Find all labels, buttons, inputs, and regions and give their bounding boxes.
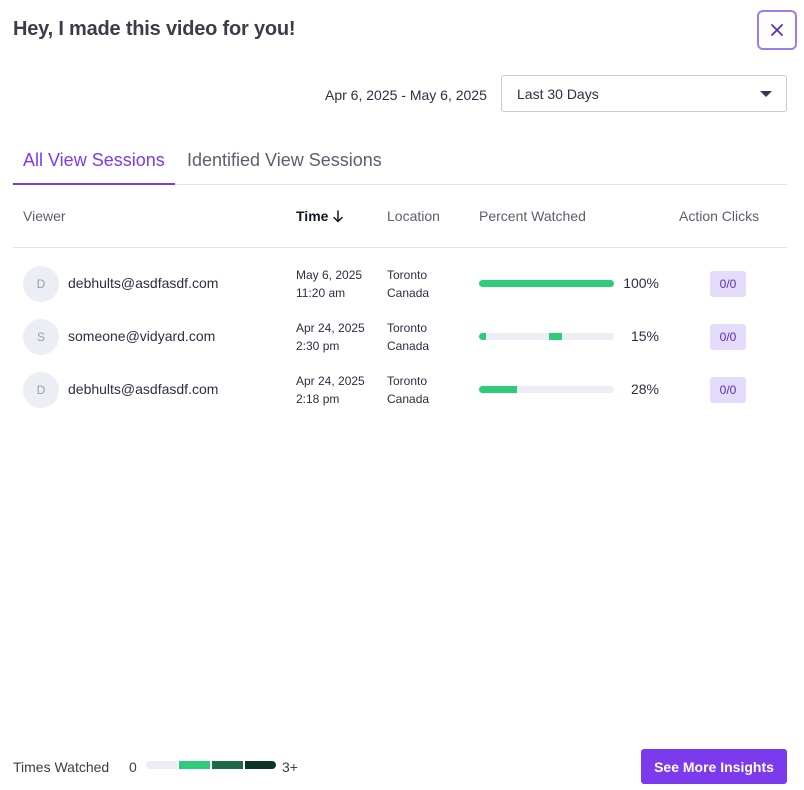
time-cell: Apr 24, 2025 2:30 pm xyxy=(296,321,365,353)
avatar: D xyxy=(23,372,59,408)
percent-watched-bar xyxy=(479,333,614,340)
date-range-text: Apr 6, 2025 - May 6, 2025 xyxy=(325,87,487,103)
percent-watched-value: 28% xyxy=(630,381,659,397)
viewer-email: debhults@asdfasdf.com xyxy=(68,381,219,397)
avatar: S xyxy=(23,319,59,355)
chevron-down-icon xyxy=(760,90,772,97)
close-icon xyxy=(771,24,783,36)
table-row[interactable]: D debhults@asdfasdf.com May 6, 2025 11:2… xyxy=(13,258,787,311)
times-watched-swatch xyxy=(245,761,276,769)
percent-watched-bar xyxy=(479,386,614,393)
watched-segment xyxy=(479,386,517,393)
active-tab-indicator xyxy=(13,183,175,185)
location-cell: Toronto Canada xyxy=(387,268,430,300)
table-row[interactable]: D debhults@asdfasdf.com Apr 24, 2025 2:1… xyxy=(13,364,787,417)
close-button[interactable] xyxy=(757,10,797,50)
date-range-select[interactable]: Last 30 Days xyxy=(501,75,787,112)
percent-watched-value: 15% xyxy=(630,328,659,344)
times-watched-min: 0 xyxy=(129,759,137,775)
tab-bar: All View Sessions Identified View Sessio… xyxy=(13,142,787,185)
column-header-location: Location xyxy=(387,208,440,224)
time-cell: Apr 24, 2025 2:18 pm xyxy=(296,374,365,406)
watched-segment xyxy=(479,333,486,340)
times-watched-swatch xyxy=(212,761,243,769)
location-cell: Toronto Canada xyxy=(387,374,430,406)
times-watched-swatch xyxy=(179,761,210,769)
header-divider xyxy=(13,247,787,248)
percent-watched-bar xyxy=(479,280,614,287)
time-cell: May 6, 2025 11:20 am xyxy=(296,268,363,300)
column-header-viewer: Viewer xyxy=(23,208,66,224)
tab-all-view-sessions[interactable]: All View Sessions xyxy=(23,150,165,171)
column-header-percent-watched: Percent Watched xyxy=(479,208,586,224)
action-clicks-badge: 0/0 xyxy=(710,377,746,403)
page-title: Hey, I made this video for you! xyxy=(13,18,296,40)
column-header-action-clicks: Action Clicks xyxy=(679,208,760,224)
times-watched-max: 3+ xyxy=(282,759,298,775)
times-watched-label: Times Watched xyxy=(13,759,110,775)
action-clicks-badge: 0/0 xyxy=(710,271,746,297)
watched-segment xyxy=(479,280,614,287)
watched-segment xyxy=(549,333,562,340)
table-row[interactable]: S someone@vidyard.com Apr 24, 2025 2:30 … xyxy=(13,311,787,364)
see-more-insights-button[interactable]: See More Insights xyxy=(641,749,787,784)
action-clicks-badge: 0/0 xyxy=(710,324,746,350)
percent-watched-value: 100% xyxy=(623,275,659,291)
viewer-email: someone@vidyard.com xyxy=(68,328,216,344)
viewer-email: debhults@asdfasdf.com xyxy=(68,275,219,291)
location-cell: Toronto Canada xyxy=(387,321,430,353)
arrow-down-icon xyxy=(333,209,344,222)
column-header-time[interactable]: Time xyxy=(296,208,344,224)
date-range-selected: Last 30 Days xyxy=(517,85,599,102)
tab-identified-view-sessions[interactable]: Identified View Sessions xyxy=(187,150,382,171)
avatar: D xyxy=(23,266,59,302)
times-watched-swatch xyxy=(146,761,177,769)
